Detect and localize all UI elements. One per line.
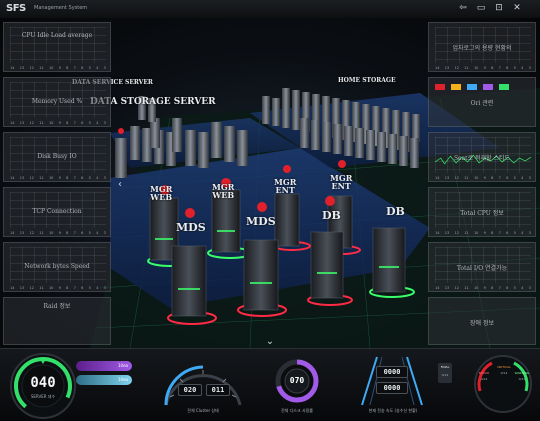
panel-cpu-idle[interactable]: CPU Idle Load average 14 13 12 11 10 9 8 7 6 5 4 3 — [3, 22, 111, 72]
panel-memory-used[interactable]: Memory Used % 14 13 12 11 10 9 8 7 6 5 4 3 — [3, 77, 111, 127]
disk-usage-value: 070 — [289, 376, 305, 385]
panel-raid-info[interactable]: Raid 정보 — [3, 297, 111, 345]
axis-ticks: 14 13 12 11 10 9 8 7 6 5 4 3 — [435, 286, 531, 290]
cluster-counter-left: 020 — [178, 384, 202, 396]
app-subtitle: Management System — [34, 5, 88, 11]
panel-ori[interactable]: Ori 관련 — [428, 77, 536, 127]
server-count-label: SERVER 대수 — [30, 394, 56, 399]
axis-ticks: 14 13 12 11 10 9 8 7 6 5 4 3 — [435, 66, 531, 70]
label-mgr-web-1[interactable]: MGR WEB — [150, 185, 172, 201]
badge-warning-value: 0/14 — [518, 377, 526, 381]
panel-title: Raid 정보 — [43, 303, 71, 310]
status-legend-graphic — [435, 84, 509, 90]
panel-title: Seat로 적재할 스티드 — [453, 155, 511, 162]
svg-text:‹: ‹ — [118, 179, 122, 190]
axis-ticks: 14 13 12 11 10 9 8 7 6 5 4 3 — [10, 176, 106, 180]
cluster-status-label: 전체 Cluster 상태 — [187, 408, 219, 413]
server-count-value: 040 — [30, 375, 56, 391]
badge-error-label: ERROR — [478, 371, 490, 375]
badge-error-value: 0/14 — [480, 377, 488, 381]
badge-critical-value: 0/14 — [500, 371, 508, 375]
capacity-pill-2: 10ea — [76, 375, 132, 385]
label-mgr-ent-1[interactable]: MGR ENT — [274, 178, 296, 194]
maximize-icon[interactable]: ⊡ — [494, 3, 504, 13]
back-icon[interactable]: ⇦ — [458, 3, 468, 13]
close-icon[interactable]: ✕ — [512, 3, 522, 13]
label-mds-2[interactable]: MDS — [246, 216, 276, 227]
axis-ticks: 14 13 12 11 10 9 8 7 6 5 4 3 — [10, 231, 106, 235]
panel-title: Memory Used % — [31, 98, 83, 105]
axis-ticks: 14 13 12 11 10 9 8 7 6 5 4 3 — [10, 66, 106, 70]
transfer-counter-top: 0000 — [376, 366, 408, 378]
svg-text:⌄: ⌄ — [266, 336, 274, 347]
badge-warning-label: WARNING — [514, 371, 530, 375]
panel-title: Network bytes Speed — [24, 263, 90, 270]
panel-tcp-connection[interactable]: TCP Connection 14 13 12 11 10 9 8 7 6 5 4 3 — [3, 187, 111, 237]
axis-ticks: 14 13 12 11 10 9 8 7 6 5 4 3 — [10, 121, 106, 125]
panel-title: 업자로그의 용량 현황의 — [452, 45, 512, 52]
panel-total-cpu[interactable]: Total CPU 정보 14 13 12 11 10 9 8 7 6 5 4 3 — [428, 187, 536, 237]
badge-final: FINAL 0/14 — [438, 363, 452, 383]
label-mgr-ent-2[interactable]: MGR ENT — [330, 174, 352, 190]
label-mgr-web-2[interactable]: MGR WEB — [212, 183, 234, 199]
label-db-1[interactable]: DB — [322, 210, 341, 221]
panel-title: TCP Connection — [32, 208, 82, 215]
panel-title: Total I/O 연결가능 — [456, 265, 508, 272]
transfer-lanes-graphic — [361, 356, 423, 406]
title-bar: SFS Management System ⇦ ▭ ⊡ ✕ — [0, 0, 540, 19]
transfer-counter-bottom: 0000 — [376, 382, 408, 394]
panel-title: Ori 관련 — [470, 100, 494, 107]
transfer-rate-label: 현재 전송 속도 (송수신 현황) — [368, 408, 418, 413]
cluster-speedometer — [164, 365, 242, 406]
axis-ticks: 14 13 12 11 10 9 8 7 6 5 4 3 — [435, 176, 531, 180]
sfs-management-window: SFS Management System ⇦ ▭ ⊡ ✕ ⌄ ‹ DATA S… — [0, 0, 540, 421]
panel-title: CPU Idle Load average — [21, 32, 93, 39]
panel-total-io[interactable]: Total I/O 연결가능 14 13 12 11 10 9 8 7 6 5 4 3 — [428, 242, 536, 292]
minimize-icon[interactable]: ▭ — [476, 3, 486, 13]
capacity-pill-1: 10ea — [76, 361, 132, 371]
panel-fault-info[interactable]: 장애 정보 — [428, 297, 536, 345]
panel-title: 장애 정보 — [470, 320, 494, 327]
panel-network-speed[interactable]: Network bytes Speed 14 13 12 11 10 9 8 7 6 5 4 3 — [3, 242, 111, 292]
disk-usage-label: 전체 디스크 사용률 — [281, 408, 313, 413]
panel-seat[interactable]: Seat로 적재할 스티드 14 13 12 11 10 9 8 7 6 5 4 3 — [428, 132, 536, 182]
alert-status-gauge — [474, 355, 532, 413]
panel-disk-busy[interactable]: Disk Busy IO 14 13 12 11 10 9 8 7 6 5 4 3 — [3, 132, 111, 182]
panel-title: Total CPU 정보 — [460, 210, 504, 217]
cluster-counter-right: 011 — [206, 384, 230, 396]
label-home-storage: HOME STORAGE — [338, 77, 396, 84]
status-dashboard: 040 SERVER 대수 10ea 10ea 020 011 전체 Clust… — [0, 348, 540, 421]
axis-ticks: 14 13 12 11 10 9 8 7 6 5 4 3 — [10, 286, 106, 290]
badge-critical-label: CRITICAL — [497, 365, 511, 369]
panel-log-capacity[interactable]: 업자로그의 용량 현황의 14 13 12 11 10 9 8 7 6 5 4 3 — [428, 22, 536, 72]
axis-ticks: 14 13 12 11 10 9 8 7 6 5 4 3 — [435, 231, 531, 235]
panel-title: Disk Busy IO — [37, 153, 77, 160]
app-logo: SFS — [6, 3, 26, 14]
label-db-2[interactable]: DB — [386, 206, 405, 217]
label-mds-1[interactable]: MDS — [176, 222, 206, 233]
